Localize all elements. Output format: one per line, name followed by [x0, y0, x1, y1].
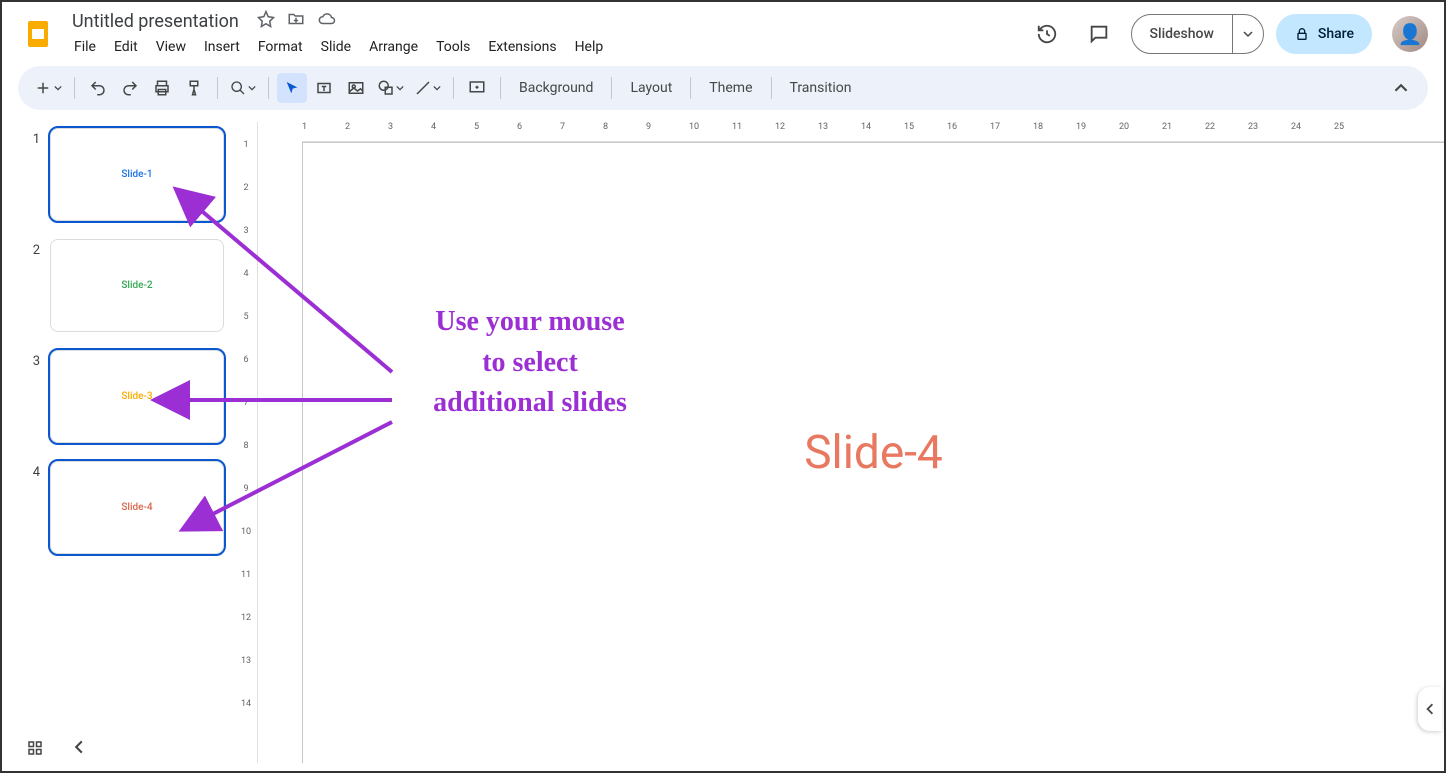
slide-title-text[interactable]: Slide-4 [804, 426, 943, 480]
zoom-button[interactable] [226, 73, 260, 103]
thumb-number: 4 [26, 459, 40, 480]
slides-app-icon[interactable] [18, 14, 58, 54]
thumbnail-1[interactable]: Slide-1 [48, 126, 226, 223]
thumb-label: Slide-3 [121, 391, 152, 402]
horizontal-ruler: 1234567891011121314151617181920212223242… [302, 122, 1444, 142]
paint-format-button[interactable] [179, 73, 209, 103]
select-tool[interactable] [277, 73, 307, 103]
move-icon[interactable] [287, 10, 305, 32]
new-slide-button[interactable] [30, 73, 66, 103]
menu-format[interactable]: Format [250, 35, 311, 59]
theme-button[interactable]: Theme [699, 73, 762, 103]
menu-bar: File Edit View Insert Format Slide Arran… [66, 35, 1027, 59]
history-icon[interactable] [1027, 14, 1067, 54]
menu-file[interactable]: File [66, 35, 104, 59]
shape-tool[interactable] [373, 73, 408, 103]
background-button[interactable]: Background [509, 73, 603, 103]
comment-tool[interactable] [462, 73, 492, 103]
menu-slide[interactable]: Slide [313, 35, 359, 59]
slideshow-button[interactable]: Slideshow [1131, 14, 1264, 54]
share-label: Share [1318, 26, 1354, 42]
comments-icon[interactable] [1079, 14, 1119, 54]
thumb-number: 2 [26, 237, 40, 258]
undo-button[interactable] [83, 73, 113, 103]
menu-edit[interactable]: Edit [106, 35, 146, 59]
redo-button[interactable] [115, 73, 145, 103]
document-title[interactable]: Untitled presentation [66, 9, 245, 34]
toolbar: Background Layout Theme Transition [18, 66, 1428, 110]
menu-arrange[interactable]: Arrange [361, 35, 426, 59]
collapse-toolbar-icon[interactable] [1386, 73, 1416, 103]
print-button[interactable] [147, 73, 177, 103]
layout-button[interactable]: Layout [620, 73, 682, 103]
line-tool[interactable] [410, 73, 445, 103]
thumb-label: Slide-2 [121, 280, 152, 291]
textbox-tool[interactable] [309, 73, 339, 103]
transition-button[interactable]: Transition [780, 73, 862, 103]
menu-tools[interactable]: Tools [428, 35, 478, 59]
image-tool[interactable] [341, 73, 371, 103]
menu-insert[interactable]: Insert [196, 35, 248, 59]
menu-view[interactable]: View [148, 35, 194, 59]
thumbnail-3[interactable]: Slide-3 [48, 348, 226, 445]
slide-canvas[interactable]: Slide-4 [302, 142, 1444, 763]
cloud-status-icon[interactable] [317, 10, 337, 32]
slideshow-label: Slideshow [1132, 26, 1232, 42]
vertical-ruler: 1234567891011121314 [234, 122, 258, 763]
show-side-panel-icon[interactable] [1418, 687, 1442, 731]
thumb-number: 1 [26, 126, 40, 147]
slideshow-dropdown[interactable] [1232, 15, 1263, 53]
thumb-label: Slide-1 [121, 169, 152, 180]
lock-icon [1294, 26, 1310, 42]
star-icon[interactable] [257, 10, 275, 32]
thumbnail-2[interactable]: Slide-2 [48, 237, 226, 334]
thumbnail-4[interactable]: Slide-4 [48, 459, 226, 556]
account-avatar[interactable]: 👤 [1392, 16, 1428, 52]
share-button[interactable]: Share [1276, 14, 1372, 54]
thumb-number: 3 [26, 348, 40, 369]
prev-slide-icon[interactable] [72, 739, 86, 761]
slide-panel: 1 Slide-1 2 Slide-2 3 Slide-3 4 Slide-4 [26, 122, 226, 763]
grid-view-icon[interactable] [26, 739, 44, 761]
thumb-label: Slide-4 [121, 502, 152, 513]
menu-help[interactable]: Help [567, 35, 612, 59]
menu-extensions[interactable]: Extensions [480, 35, 564, 59]
